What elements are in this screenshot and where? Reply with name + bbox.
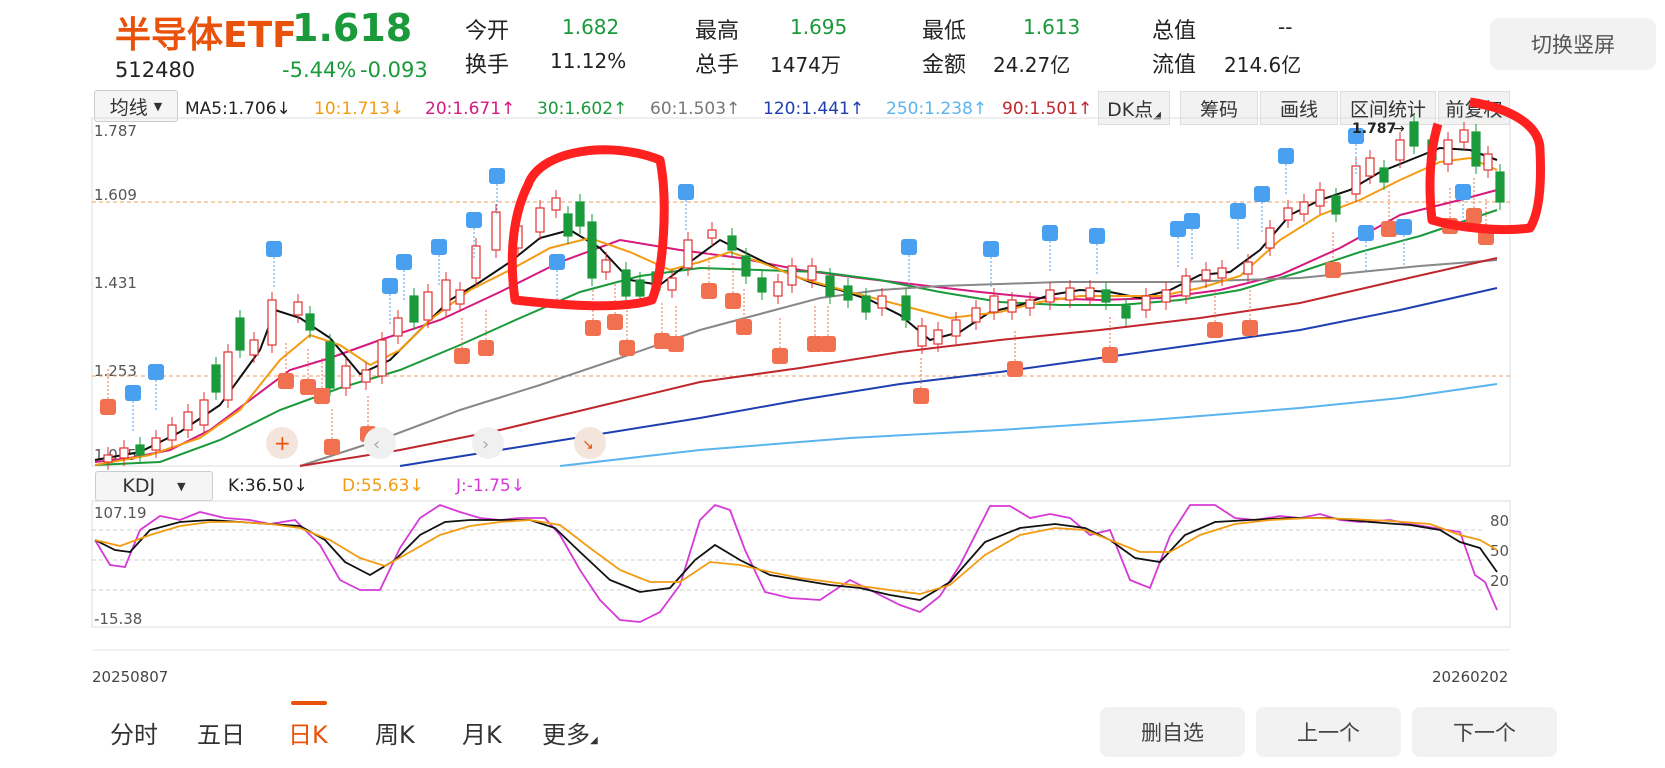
previous-button[interactable]: 上一个: [1256, 707, 1401, 757]
kdj-j-line: [94, 503, 1498, 623]
tab-five-day[interactable]: 五日: [197, 715, 245, 750]
kdj-frame: [91, 500, 1511, 628]
tab-intraday[interactable]: 分时: [110, 715, 158, 750]
date-end: 20260202: [1432, 668, 1509, 686]
tab-more-label: 更多: [542, 721, 590, 749]
kdj-lines: [94, 503, 1498, 623]
active-tab-underline: [291, 701, 327, 705]
kdj-chart[interactable]: [0, 0, 1665, 768]
next-button[interactable]: 下一个: [1412, 707, 1557, 757]
tab-monthly-k[interactable]: 月K: [462, 715, 502, 750]
remove-watchlist-button[interactable]: 删自选: [1100, 707, 1245, 757]
kdj-d-line: [94, 517, 1498, 595]
tab-weekly-k[interactable]: 周K: [375, 715, 415, 750]
tab-more[interactable]: 更多◢: [542, 715, 598, 750]
corner-triangle-icon: ◢: [590, 735, 598, 746]
tab-daily-k[interactable]: 日K: [288, 715, 328, 750]
date-start: 20250807: [92, 668, 169, 686]
